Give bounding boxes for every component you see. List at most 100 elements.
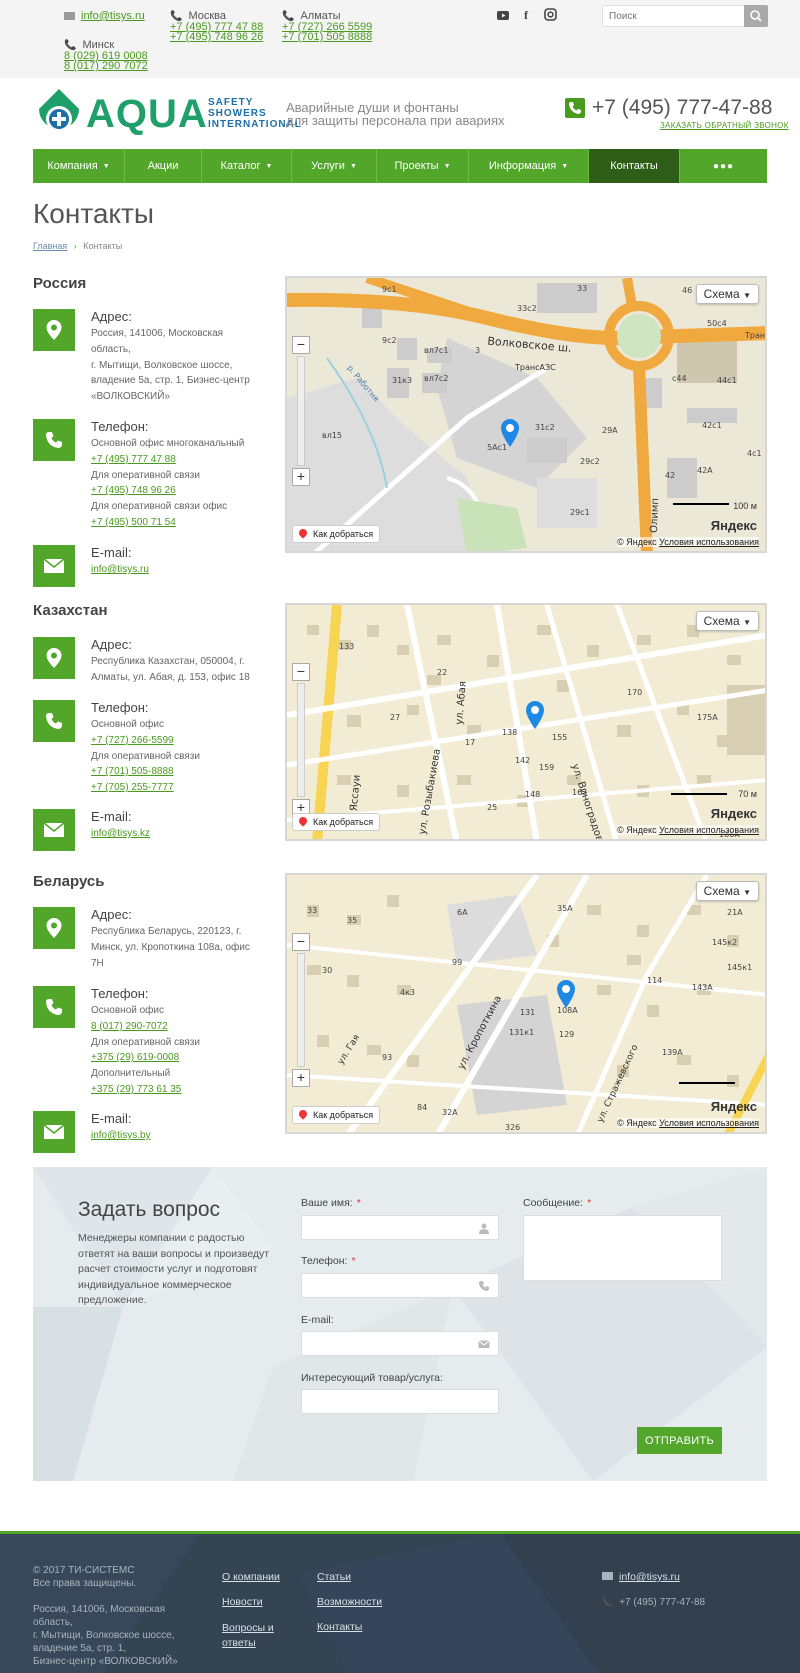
map-zoom-control: − + [292, 663, 310, 817]
topbar-phone-link[interactable]: +7 (495) 748 96 26 [170, 32, 263, 43]
map-terms-link[interactable]: Условия использования [659, 537, 759, 547]
topbar-email-block: info@tisys.ru [64, 10, 145, 22]
callback-link[interactable]: ЗАКАЗАТЬ ОБРАТНЫЙ ЗВОНОК [660, 121, 789, 130]
map-layer-select[interactable]: Схема ▼ [695, 284, 759, 304]
name-input[interactable] [301, 1215, 499, 1240]
nav-item-catalog[interactable]: Каталог ▼ [202, 149, 292, 183]
phone-link[interactable]: +7 (701) 505-8888 [91, 764, 271, 780]
zoom-out-button[interactable]: − [292, 933, 310, 951]
map-building-label: вл7с2 [424, 374, 448, 383]
phone-note: Основной офис [91, 719, 164, 730]
phone-input[interactable] [301, 1273, 499, 1298]
footer-link-faq[interactable]: Вопросы и [222, 1622, 274, 1634]
topbar-email-link[interactable]: info@tisys.ru [81, 10, 145, 22]
nav-item-info[interactable]: Информация ▼ [469, 149, 589, 183]
map-kazakhstan[interactable]: ул. Абая ул. Розыбакиева ул. Виноградова… [285, 603, 767, 841]
address-line: Республика Беларусь, 220123, г. [91, 926, 242, 937]
phone-link[interactable]: +7 (495) 777 47 88 [91, 452, 271, 468]
phone-link[interactable]: +7 (495) 500 71 54 [91, 515, 271, 531]
zoom-out-button[interactable]: − [292, 336, 310, 354]
envelope-icon [478, 1340, 490, 1348]
logo-text[interactable]: AQUA [86, 92, 208, 137]
map-russia[interactable]: 9с1 33 33с2 9с2 вл7с1 вл7с2 31к3 3 Волко… [285, 276, 767, 553]
footer-link-articles[interactable]: Статьи [317, 1571, 351, 1583]
phone-icon [33, 986, 75, 1028]
map-layer-select[interactable]: Схема ▼ [695, 611, 759, 631]
footer-link-about[interactable]: О компании [222, 1571, 280, 1583]
map-marker-icon[interactable] [499, 418, 521, 448]
zoom-in-button[interactable]: + [292, 1069, 310, 1087]
nav-item-contacts[interactable]: Контакты [589, 149, 680, 183]
email-link[interactable]: info@tisys.ru [91, 562, 271, 578]
map-building-label: 133 [339, 642, 354, 651]
zoom-in-button[interactable]: + [292, 468, 310, 486]
facebook-icon[interactable]: f [518, 8, 534, 23]
map-building-label: 142 [515, 756, 530, 765]
phone-link[interactable]: +7 (495) 748 96 26 [91, 483, 271, 499]
envelope-icon [33, 809, 75, 851]
map-belarus[interactable]: ул. Кропоткина ул. Гая ул. Стражевского … [285, 873, 767, 1134]
search-input[interactable] [603, 6, 743, 27]
footer-link-contacts[interactable]: Контакты [317, 1621, 362, 1633]
phone-link[interactable]: +375 (29) 619-0008 [91, 1050, 271, 1066]
topbar-phone-link[interactable]: 8 (017) 290 7072 [64, 61, 148, 72]
nav-more-button[interactable]: ●●● [680, 149, 767, 183]
zoom-slider[interactable] [297, 683, 305, 797]
search-button[interactable] [744, 5, 768, 27]
email-link[interactable]: info@tisys.by [91, 1128, 271, 1144]
footer-link-news[interactable]: Новости [222, 1596, 263, 1608]
zoom-slider[interactable] [297, 356, 305, 466]
map-building-label: 29с1 [570, 508, 590, 517]
product-input[interactable] [301, 1389, 499, 1414]
map-building-label: 17 [465, 738, 475, 747]
phone-note: Для оперативной связи [91, 750, 200, 762]
map-route-button[interactable]: Как добраться [292, 525, 381, 543]
footer-link-features[interactable]: Возможности [317, 1596, 382, 1608]
zoom-out-button[interactable]: − [292, 663, 310, 681]
address-label: Адрес: [91, 309, 132, 324]
map-brand-logo: Яндекс [710, 1099, 757, 1114]
map-marker-icon[interactable] [524, 700, 546, 730]
map-terms-link[interactable]: Условия использования [659, 825, 759, 835]
footer-email-link[interactable]: info@tisys.ru [619, 1571, 680, 1583]
zoom-slider[interactable] [297, 953, 305, 1067]
map-building-label: 114 [647, 976, 662, 985]
topbar-minsk: 📞 Минск 8 (029) 619 0008 8 (017) 290 7072 [64, 40, 148, 72]
phone-link[interactable]: +375 (29) 773 61 35 [91, 1082, 271, 1098]
phone-link[interactable]: +7 (727) 266-5599 [91, 733, 271, 749]
email-input[interactable] [301, 1331, 499, 1356]
map-building-label: 6А [457, 908, 468, 917]
footer-link-faq-2[interactable]: ответы [222, 1637, 256, 1649]
header-phone[interactable]: +7 (495) 777-47-88 [592, 96, 772, 120]
phone-link[interactable]: 8 (017) 290-7072 [91, 1019, 271, 1035]
map-layer-label: Схема [703, 614, 740, 628]
address-line: Алматы, ул. Абая, д. 153, офис 18 [91, 671, 250, 683]
map-building-label: вл7с1 [424, 346, 448, 355]
map-terms-link[interactable]: Условия использования [659, 1118, 759, 1128]
nav-item-promo[interactable]: Акции [125, 149, 202, 183]
map-building-label: 42 [665, 471, 675, 480]
map-building-label: 31с2 [535, 423, 555, 432]
phone-link[interactable]: +7 (705) 255-7777 [91, 780, 271, 796]
nav-item-company[interactable]: Компания ▼ [33, 149, 125, 183]
message-textarea[interactable] [523, 1215, 722, 1281]
breadcrumb-home[interactable]: Главная [33, 241, 67, 251]
map-route-button[interactable]: Как добраться [292, 1106, 381, 1124]
nav-item-services[interactable]: Услуги ▼ [292, 149, 377, 183]
nav-item-projects[interactable]: Проекты ▼ [377, 149, 469, 183]
logo-icon[interactable] [33, 87, 85, 144]
topbar-phone-link[interactable]: +7 (701) 505 8888 [282, 32, 372, 43]
address-label: Адрес: [91, 637, 132, 652]
instagram-icon[interactable] [542, 8, 558, 24]
submit-button[interactable]: ОТПРАВИТЬ [637, 1427, 722, 1454]
map-building-label: 42с1 [702, 421, 722, 430]
email-link[interactable]: info@tisys.kz [91, 826, 271, 842]
map-building-label: 145к1 [727, 963, 752, 972]
map-layer-select[interactable]: Схема ▼ [695, 881, 759, 901]
country-title-belarus: Беларусь [33, 873, 105, 890]
map-marker-icon[interactable] [555, 979, 577, 1009]
footer-phone: +7 (495) 777-47-88 [619, 1597, 706, 1608]
map-route-button[interactable]: Как добраться [292, 813, 381, 831]
youtube-icon[interactable] [495, 8, 511, 25]
map-building-label: 131к1 [509, 1028, 534, 1037]
